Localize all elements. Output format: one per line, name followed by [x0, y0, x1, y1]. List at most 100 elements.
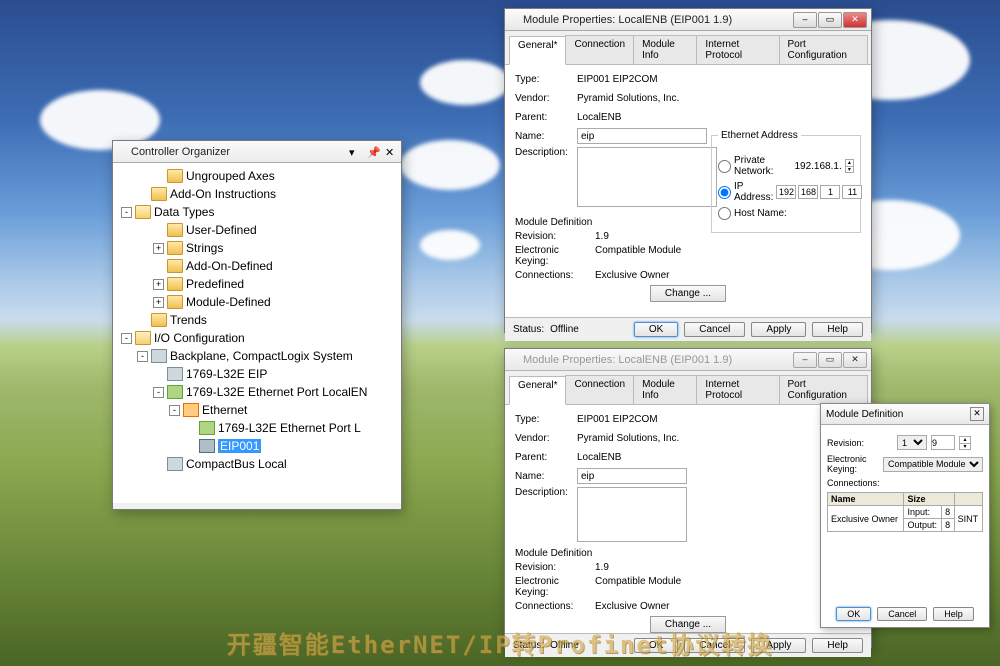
tree-item-l32e-port2[interactable]: 1769-L32E Ethernet Port L — [117, 419, 401, 437]
connections-table[interactable]: NameSize Exclusive Owner Input: 8 SINT O… — [827, 492, 983, 532]
ip-octet-2[interactable] — [798, 185, 818, 199]
window-titlebar[interactable]: Controller Organizer ▾ 📌 ✕ — [113, 141, 401, 163]
output-label: Output: — [904, 519, 942, 532]
expander-icon[interactable]: - — [121, 207, 132, 218]
tree-item-module-defined[interactable]: +Module-Defined — [117, 293, 401, 311]
ip-address-input[interactable] — [776, 185, 862, 199]
change-button[interactable]: Change ... — [650, 285, 726, 302]
expander-icon[interactable]: + — [153, 297, 164, 308]
parent-label: Parent: — [515, 112, 577, 123]
tab-internet-protocol[interactable]: Internet Protocol — [696, 35, 779, 64]
ip-octet-1[interactable] — [776, 185, 796, 199]
tree-item-trends[interactable]: Trends — [117, 311, 401, 329]
expander-icon[interactable]: + — [153, 243, 164, 254]
help-button[interactable]: Help — [933, 607, 974, 621]
expander-icon[interactable]: - — [153, 387, 164, 398]
revision-major-select[interactable]: 1 — [897, 435, 927, 450]
window-titlebar[interactable]: Module Properties: LocalENB (EIP001 1.9)… — [505, 9, 871, 31]
ok-button[interactable]: OK — [836, 607, 871, 621]
tree-item-compactbus[interactable]: CompactBus Local — [117, 455, 401, 473]
tab-connection[interactable]: Connection — [565, 35, 634, 64]
tree-item-ethernet[interactable]: -Ethernet — [117, 401, 401, 419]
ekeying-label: Electronic Keying: — [515, 245, 595, 267]
spinner[interactable]: ▴▾ — [845, 159, 854, 173]
minimize-button[interactable]: – — [793, 352, 817, 368]
close-button[interactable]: ✕ — [970, 407, 984, 421]
tree-item-ungrouped-axes[interactable]: Ungrouped Axes — [117, 167, 401, 185]
tab-connection[interactable]: Connection — [565, 375, 634, 404]
tree-item-eip001[interactable]: EIP001 — [117, 437, 401, 455]
dropdown-icon[interactable]: ▾ — [349, 146, 361, 158]
private-network-radio[interactable] — [718, 160, 731, 173]
revision-value: 1.9 — [595, 562, 609, 573]
tab-module-info[interactable]: Module Info — [633, 375, 697, 404]
ip-octet-3[interactable] — [820, 185, 840, 199]
status-value: Offline — [550, 324, 579, 335]
expander-icon[interactable]: - — [169, 405, 180, 416]
tab-port-config[interactable]: Port Configuration — [779, 375, 869, 404]
close-button[interactable]: ✕ — [843, 352, 867, 368]
expander-icon[interactable]: - — [121, 333, 132, 344]
host-name-radio[interactable] — [718, 207, 731, 220]
tab-port-config[interactable]: Port Configuration — [779, 35, 869, 64]
help-button[interactable]: Help — [812, 322, 863, 337]
tab-general[interactable]: General* — [509, 376, 566, 405]
tree-item-predefined[interactable]: +Predefined — [117, 275, 401, 293]
bg-cloud — [400, 140, 500, 190]
description-textarea[interactable] — [577, 147, 717, 207]
vendor-value: Pyramid Solutions, Inc. — [577, 93, 861, 104]
ip-address-radio[interactable] — [718, 186, 731, 199]
window-titlebar[interactable]: Module Properties: LocalENB (EIP001 1.9)… — [505, 349, 871, 371]
tree-label-selected: EIP001 — [218, 439, 261, 453]
ip-octet-4[interactable] — [842, 185, 862, 199]
minimize-button[interactable]: – — [793, 12, 817, 28]
tree-item-l32e-port[interactable]: -1769-L32E Ethernet Port LocalEN — [117, 383, 401, 401]
ok-button[interactable]: OK — [634, 322, 678, 337]
data-type[interactable]: SINT — [954, 506, 982, 532]
revision-value: 1.9 — [595, 231, 609, 242]
tab-module-info[interactable]: Module Info — [633, 35, 697, 64]
tree-item-io-config[interactable]: - I/O Configuration — [117, 329, 401, 347]
tab-general[interactable]: General* — [509, 36, 566, 65]
tree-item-addon-defined[interactable]: Add-On-Defined — [117, 257, 401, 275]
bg-cloud — [420, 230, 480, 260]
revision-minor-input[interactable] — [931, 435, 955, 450]
tree-item-backplane[interactable]: -Backplane, CompactLogix System — [117, 347, 401, 365]
tree-label: Strings — [186, 241, 223, 255]
spinner[interactable]: ▴▾ — [959, 436, 971, 450]
conn-name[interactable]: Exclusive Owner — [828, 506, 904, 532]
cancel-button[interactable]: Cancel — [877, 607, 927, 621]
dialog-titlebar[interactable]: Module Definition ✕ — [821, 404, 989, 425]
cancel-button[interactable]: Cancel — [684, 322, 745, 337]
private-network-label: Private Network: — [734, 155, 787, 177]
close-button[interactable]: ✕ — [843, 12, 867, 28]
tree-label: User-Defined — [186, 223, 257, 237]
input-value[interactable]: 8 — [942, 506, 954, 519]
tree-view[interactable]: Ungrouped Axes Add-On Instructions -Data… — [113, 163, 401, 503]
tree-item-user-defined[interactable]: User-Defined — [117, 221, 401, 239]
maximize-button[interactable]: ▭ — [818, 12, 842, 28]
expander-icon[interactable]: - — [137, 351, 148, 362]
connections-label: Connections: — [515, 270, 595, 281]
tab-strip: General* Connection Module Info Internet… — [505, 31, 871, 65]
ekeying-select[interactable]: Compatible Module — [883, 457, 983, 472]
type-value: EIP001 EIP2COM — [577, 74, 861, 85]
tree-item-l32e-eip[interactable]: 1769-L32E EIP — [117, 365, 401, 383]
revision-label: Revision: — [827, 438, 893, 448]
expander-icon[interactable]: + — [153, 279, 164, 290]
bg-cloud — [420, 60, 510, 105]
maximize-button[interactable]: ▭ — [818, 352, 842, 368]
tree-label: I/O Configuration — [154, 331, 245, 345]
tree-item-strings[interactable]: + Strings — [117, 239, 401, 257]
description-textarea[interactable] — [577, 487, 687, 542]
close-icon[interactable]: ✕ — [385, 146, 397, 158]
tree-item-addon-instructions[interactable]: Add-On Instructions — [117, 185, 401, 203]
tab-internet-protocol[interactable]: Internet Protocol — [696, 375, 779, 404]
tree-item-data-types[interactable]: -Data Types — [117, 203, 401, 221]
output-value[interactable]: 8 — [942, 519, 954, 532]
name-input[interactable] — [577, 128, 707, 144]
apply-button[interactable]: Apply — [751, 322, 806, 337]
name-label: Name: — [515, 471, 577, 482]
pin-icon[interactable]: 📌 — [367, 146, 379, 158]
name-input[interactable] — [577, 468, 687, 484]
